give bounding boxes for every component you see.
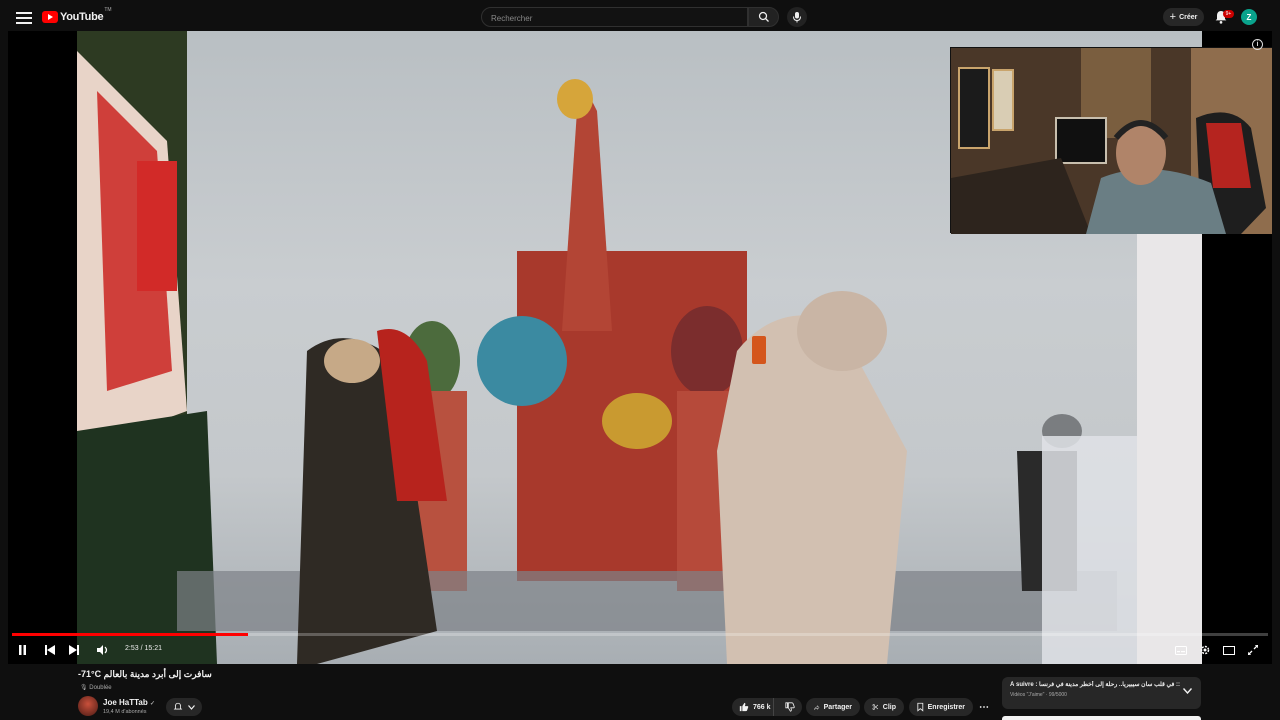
like-dislike-group: 766 k (732, 698, 802, 716)
theater-mode-icon[interactable] (1222, 643, 1236, 657)
video-title: -71°C سافرت إلى أبرد مدينة بالعالم (78, 669, 212, 679)
channel-name[interactable]: Joe HaTTab ✓ (103, 698, 155, 707)
scissors-icon (872, 704, 879, 710)
clip-label: Clip (882, 703, 896, 711)
search-icon (758, 11, 769, 22)
up-next-meta: Vidéos "J'aime" · 99/5000 (1010, 692, 1067, 698)
settings-gear-icon[interactable] (1198, 643, 1212, 657)
youtube-logo[interactable]: YouTube TM (42, 7, 112, 25)
like-count: 766 k (753, 703, 771, 711)
share-icon (814, 704, 820, 710)
share-label: Partager (823, 703, 852, 711)
video-player[interactable]: i 2:53 / 15:21 (8, 31, 1272, 664)
share-button[interactable]: Partager (806, 698, 860, 716)
bell-icon (173, 702, 183, 710)
dislike-button[interactable] (778, 698, 802, 716)
subscriber-count: 19,4 M d'abonnés (103, 709, 147, 715)
info-icon[interactable]: i (1252, 39, 1263, 50)
up-next-card[interactable]: À suivre : في قلب سان سيبيريا.. رحلة إلى… (1002, 677, 1201, 709)
search-input[interactable] (482, 9, 747, 28)
create-button[interactable]: + Créer (1163, 8, 1204, 26)
up-next-title-line: À suivre : في قلب سان سيبيريا.. رحلة إلى… (1010, 682, 1181, 688)
voice-search-button[interactable] (787, 7, 807, 27)
chevron-down-icon (188, 704, 195, 710)
save-label: Enregistrer (927, 703, 965, 711)
volume-icon[interactable] (96, 643, 110, 657)
dubbed-label: 🎙 Doublée (80, 685, 112, 691)
next-icon[interactable] (67, 643, 81, 657)
youtube-play-icon (42, 11, 58, 23)
search-box (481, 7, 748, 28)
hamburger-menu-icon[interactable] (14, 9, 34, 25)
logo-text: YouTube (60, 11, 104, 23)
search-button[interactable] (748, 7, 779, 27)
pause-icon[interactable] (15, 643, 29, 657)
bookmark-icon (917, 702, 924, 712)
microphone-icon (793, 12, 801, 23)
top-bar: YouTube TM + Créer 9+ Z (0, 0, 1280, 34)
thumbs-down-icon (785, 702, 795, 712)
fullscreen-icon[interactable] (1246, 643, 1260, 657)
webcam-overlay (950, 47, 1272, 234)
subscription-bell-button[interactable] (166, 698, 202, 716)
clip-button[interactable]: Clip (864, 698, 904, 716)
up-next-title: في قلب سان سيبيريا.. رحلة إلى أخطر مدينة… (1039, 682, 1181, 688)
channel-avatar[interactable] (78, 696, 98, 716)
account-avatar[interactable]: Z (1241, 9, 1257, 25)
player-controls: 2:53 / 15:21 (8, 636, 1272, 664)
logo-trademark: TM (104, 7, 112, 13)
save-button[interactable]: Enregistrer (909, 698, 973, 716)
up-next-preview-strip (1002, 716, 1201, 720)
like-button[interactable]: 766 k (732, 698, 774, 716)
time-display: 2:53 / 15:21 (125, 645, 162, 652)
thumbs-up-icon (739, 702, 749, 712)
up-next-prefix: À suivre (1010, 682, 1034, 688)
previous-icon[interactable] (43, 643, 57, 657)
create-label: Créer (1179, 13, 1198, 21)
more-actions-button[interactable]: ⋯ (976, 698, 992, 716)
plus-icon: + (1169, 10, 1177, 23)
chevron-down-icon[interactable] (1183, 688, 1192, 694)
subtitles-icon[interactable] (1174, 643, 1188, 657)
streamer-webcam-image (951, 48, 1272, 234)
verified-badge-icon: ✓ (149, 701, 156, 707)
notification-count-badge: 9+ (1223, 10, 1234, 18)
